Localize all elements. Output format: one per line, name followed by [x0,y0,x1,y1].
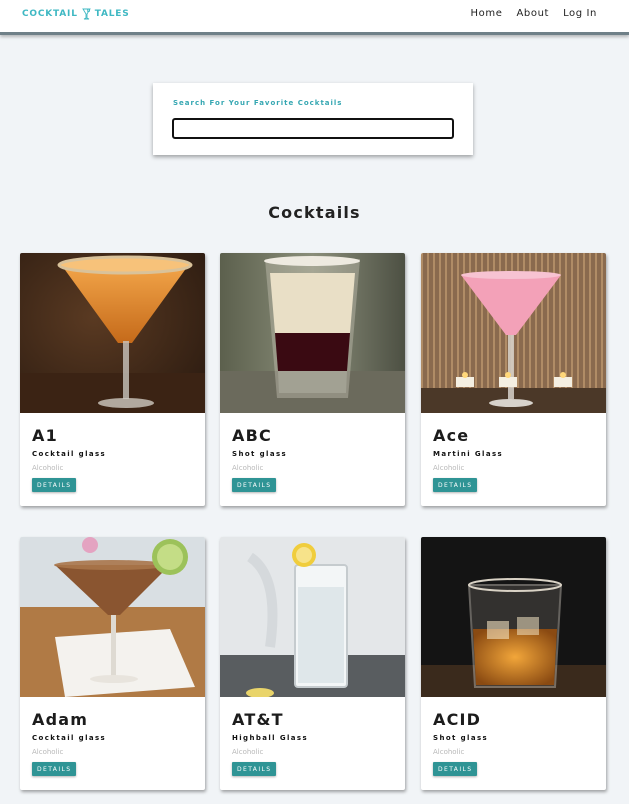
cocktail-glass: Martini Glass [433,450,504,458]
cocktail-image-adam[interactable] [20,537,205,697]
section-title: Cocktails [268,203,361,222]
details-button[interactable]: DETAILS [32,478,77,492]
cocktail-glass: Shot glass [433,734,489,742]
cocktail-card-abc: ABC Shot glass Alcoholic DETAILS [220,253,405,506]
cocktail-glass-icon [81,8,91,20]
cocktail-name: Adam [32,710,89,729]
cocktail-card-ace: Ace Martini Glass Alcoholic DETAILS [421,253,606,506]
cocktail-image-ace[interactable] [421,253,606,413]
cocktail-glass: Cocktail glass [32,734,107,742]
cocktail-glass: Cocktail glass [32,450,107,458]
cocktail-name: ABC [232,426,272,445]
details-button[interactable]: DETAILS [433,762,478,776]
nav-links: Home About Log In [471,8,597,19]
cocktail-image-acid[interactable] [421,537,606,697]
cocktail-image-att[interactable] [220,537,405,697]
cocktail-card-acid: ACID Shot glass Alcoholic DETAILS [421,537,606,790]
cocktail-name: ACID [433,710,482,729]
cocktail-type: Alcoholic [433,748,465,756]
brand-name-left: COCKTAIL [22,9,78,19]
cocktail-image-a1[interactable] [20,253,205,413]
cocktail-name: Ace [433,426,470,445]
details-button[interactable]: DETAILS [433,478,478,492]
cocktail-type: Alcoholic [32,464,64,472]
cocktail-card-adam: Adam Cocktail glass Alcoholic DETAILS [20,537,205,790]
nav-login-link[interactable]: Log In [563,8,597,19]
nav-home-link[interactable]: Home [471,8,503,19]
navbar: COCKTAIL TALES Home About Log In [0,0,629,35]
nav-about-link[interactable]: About [516,8,549,19]
details-button[interactable]: DETAILS [232,762,277,776]
cocktail-name: AT&T [232,710,284,729]
brand-logo[interactable]: COCKTAIL TALES [22,8,130,20]
cocktail-type: Alcoholic [232,748,264,756]
cocktail-card-att: AT&T Highball Glass Alcoholic DETAILS [220,537,405,790]
cocktail-name: A1 [32,426,58,445]
details-button[interactable]: DETAILS [32,762,77,776]
cocktail-type: Alcoholic [32,748,64,756]
details-button[interactable]: DETAILS [232,478,277,492]
search-card: Search For Your Favorite Cocktails [153,83,473,155]
cocktail-card-a1: A1 Cocktail glass Alcoholic DETAILS [20,253,205,506]
cocktail-type: Alcoholic [232,464,264,472]
brand-name-right: TALES [94,9,130,19]
cocktail-image-abc[interactable] [220,253,405,413]
cocktail-type: Alcoholic [433,464,465,472]
cocktail-glass: Shot glass [232,450,288,458]
cocktail-glass: Highball Glass [232,734,309,742]
search-input[interactable] [172,118,454,139]
search-label: Search For Your Favorite Cocktails [173,99,343,107]
